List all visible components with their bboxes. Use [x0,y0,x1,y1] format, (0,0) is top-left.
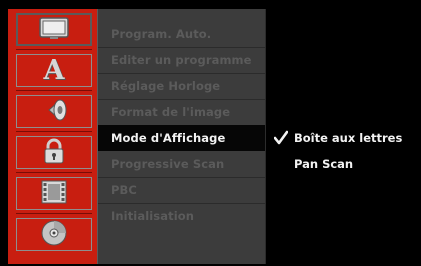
menu-item-label: Réglage Horloge [111,79,221,93]
category-language[interactable]: A [16,54,92,87]
category-film[interactable] [16,177,92,210]
menu-item-progressive-scan[interactable]: Progressive Scan [98,151,266,177]
menu-item-editer-programme[interactable]: Editer un programme [98,47,266,73]
option-label: Pan Scan [294,157,354,171]
menu-item-reglage-horloge[interactable]: Réglage Horloge [98,73,266,99]
menu-item-label: PBC [111,183,137,197]
menu-item-mode-affichage[interactable]: Mode d'Affichage [98,125,266,151]
disc-icon [40,219,68,251]
menu-item-label: Program. Auto. [111,27,212,41]
option-label: Boîte aux lettres [294,131,403,145]
category-icon-column: A [8,9,97,264]
setup-menu-screen: A Program. Auto. Editer un programme Rég… [0,0,421,266]
menu-item-label: Editer un programme [111,53,252,67]
audio-icon [38,97,70,127]
option-boite-aux-lettres[interactable]: Boîte aux lettres [266,126,421,150]
menu-item-program-auto[interactable]: Program. Auto. [98,21,266,47]
menu-item-label: Mode d'Affichage [111,131,226,145]
lock-icon [40,137,68,169]
option-pan-scan[interactable]: Pan Scan [266,152,421,176]
category-display[interactable] [16,13,92,46]
language-icon: A [43,55,65,86]
category-disc[interactable] [16,218,92,251]
display-icon [38,16,70,44]
menu-item-pbc[interactable]: PBC [98,177,266,203]
menu-item-label: Initialisation [111,209,195,223]
menu-item-label: Progressive Scan [111,157,225,171]
options-panel: Boîte aux lettres Pan Scan [265,9,421,264]
settings-menu: Program. Auto. Editer un programme Régla… [97,9,266,264]
checkmark-icon [273,126,289,150]
category-audio[interactable] [16,95,92,128]
menu-item-format-image[interactable]: Format de l'image [98,99,266,125]
film-icon [39,179,69,209]
menu-item-initialisation[interactable]: Initialisation [98,203,266,229]
category-lock[interactable] [16,136,92,169]
menu-item-label: Format de l'image [111,105,231,119]
